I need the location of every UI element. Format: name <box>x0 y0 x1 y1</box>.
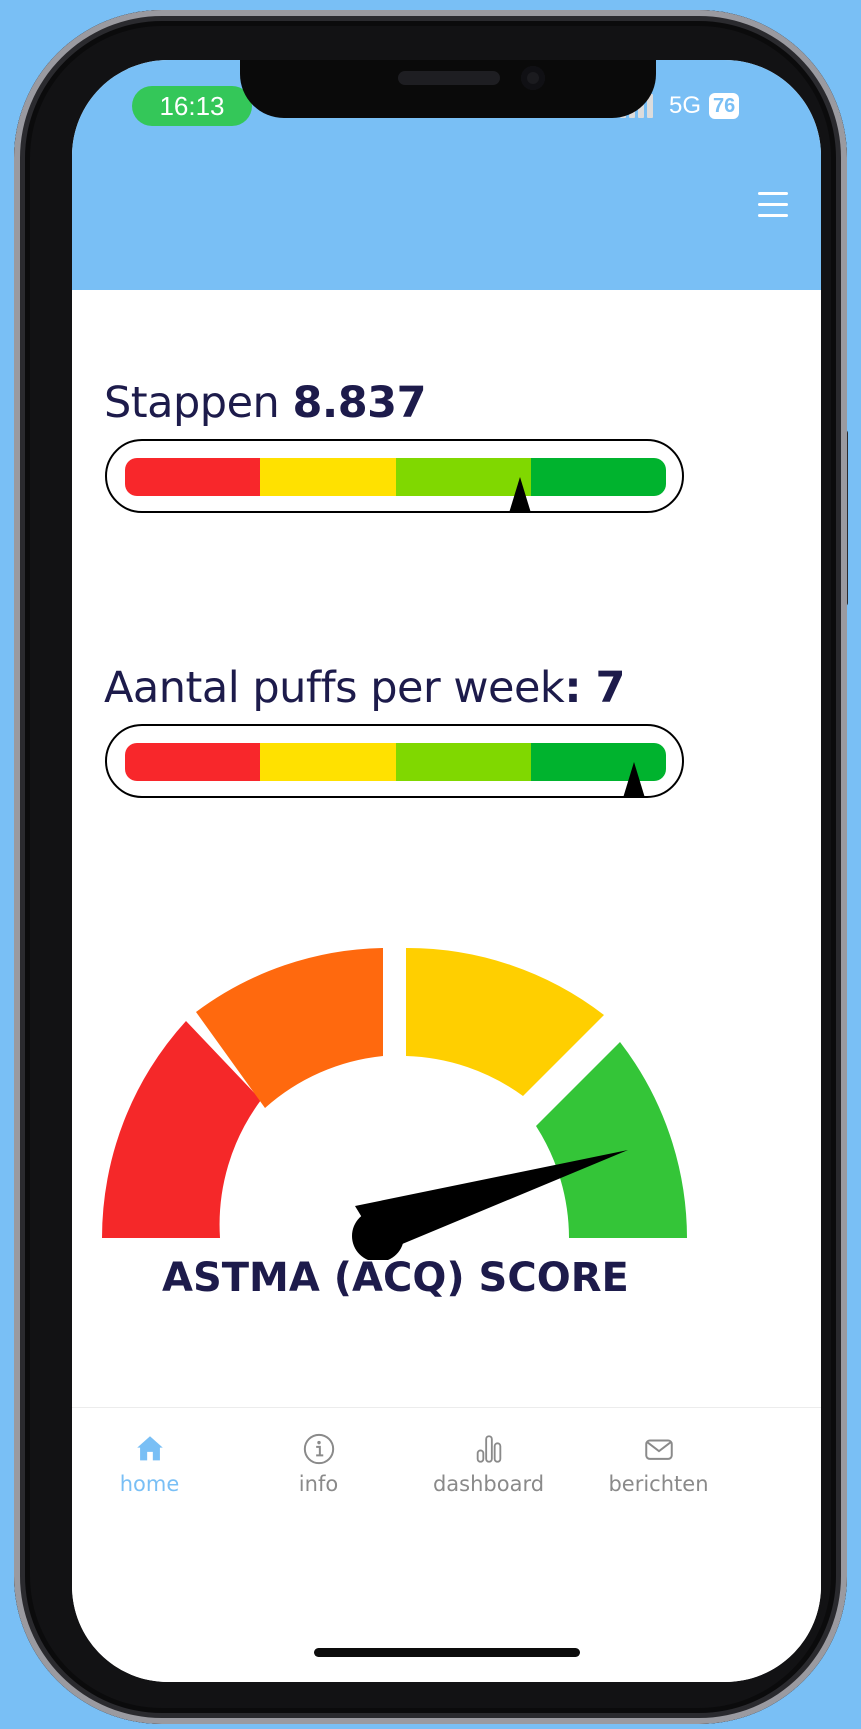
mail-icon <box>644 1439 673 1460</box>
battery-icon: 76 <box>709 93 740 119</box>
status-time: 16:13 <box>132 86 252 126</box>
steps-value: 8.837 <box>292 378 426 428</box>
network-type: 5G <box>669 92 702 119</box>
steps-bar-segment-4 <box>530 458 666 496</box>
steps-title: Stappen 8.837 <box>104 378 426 428</box>
info-icon <box>303 1433 334 1465</box>
tab-label-home: home <box>119 1472 180 1496</box>
acq-score-gauge <box>102 947 687 1260</box>
bottom-tab-bar: home info dashboard berichten <box>72 1407 821 1682</box>
puffs-bar-segment-2 <box>260 743 396 781</box>
speaker-grill <box>398 71 500 85</box>
tab-berichten[interactable]: berichten <box>565 1432 752 1496</box>
puffs-bar-segment-3 <box>395 743 531 781</box>
tab-label-berichten: berichten <box>608 1472 709 1496</box>
phone-screen: 16:13 5G 76 Stappen 8.837 Aantal puffs p… <box>72 60 821 1682</box>
front-camera <box>521 66 545 90</box>
puffs-bar-track <box>125 743 666 781</box>
tab-home[interactable]: home <box>72 1432 243 1496</box>
tab-label-dashboard: dashboard <box>432 1472 545 1496</box>
puffs-bar-segment-4 <box>530 743 666 781</box>
acq-score-title: ASTMA (ACQ) SCORE <box>162 1255 629 1301</box>
puffs-title: Aantal puffs per week: 7 <box>104 663 625 713</box>
steps-bar-segment-1 <box>125 458 261 496</box>
puffs-value: : 7 <box>564 663 625 713</box>
puffs-label: Aantal puffs per week <box>104 663 565 713</box>
steps-bar-segment-2 <box>260 458 396 496</box>
gauge-segment-yellow <box>406 947 604 1096</box>
gauge-needle-hub <box>352 1210 404 1260</box>
tab-info[interactable]: info <box>225 1432 412 1496</box>
home-indicator <box>314 1648 580 1657</box>
phone-mockup: 16:13 5G 76 Stappen 8.837 Aantal puffs p… <box>0 0 861 1729</box>
menu-icon[interactable] <box>758 192 788 218</box>
steps-bar-track <box>125 458 666 496</box>
tab-dashboard[interactable]: dashboard <box>395 1432 582 1496</box>
puffs-bar <box>105 724 684 798</box>
steps-bar <box>105 439 684 513</box>
camera-notch <box>240 60 656 118</box>
steps-pointer-icon <box>508 477 531 513</box>
tab-label-info: info <box>298 1472 339 1496</box>
home-icon <box>136 1436 163 1461</box>
puffs-pointer-icon <box>622 762 645 798</box>
steps-label: Stappen <box>104 378 293 428</box>
gauge-segment-green <box>536 1042 687 1238</box>
main-content: Stappen 8.837 Aantal puffs per week: 7 <box>72 290 821 1495</box>
puffs-bar-segment-1 <box>125 743 261 781</box>
bar-chart-icon <box>476 1435 501 1463</box>
